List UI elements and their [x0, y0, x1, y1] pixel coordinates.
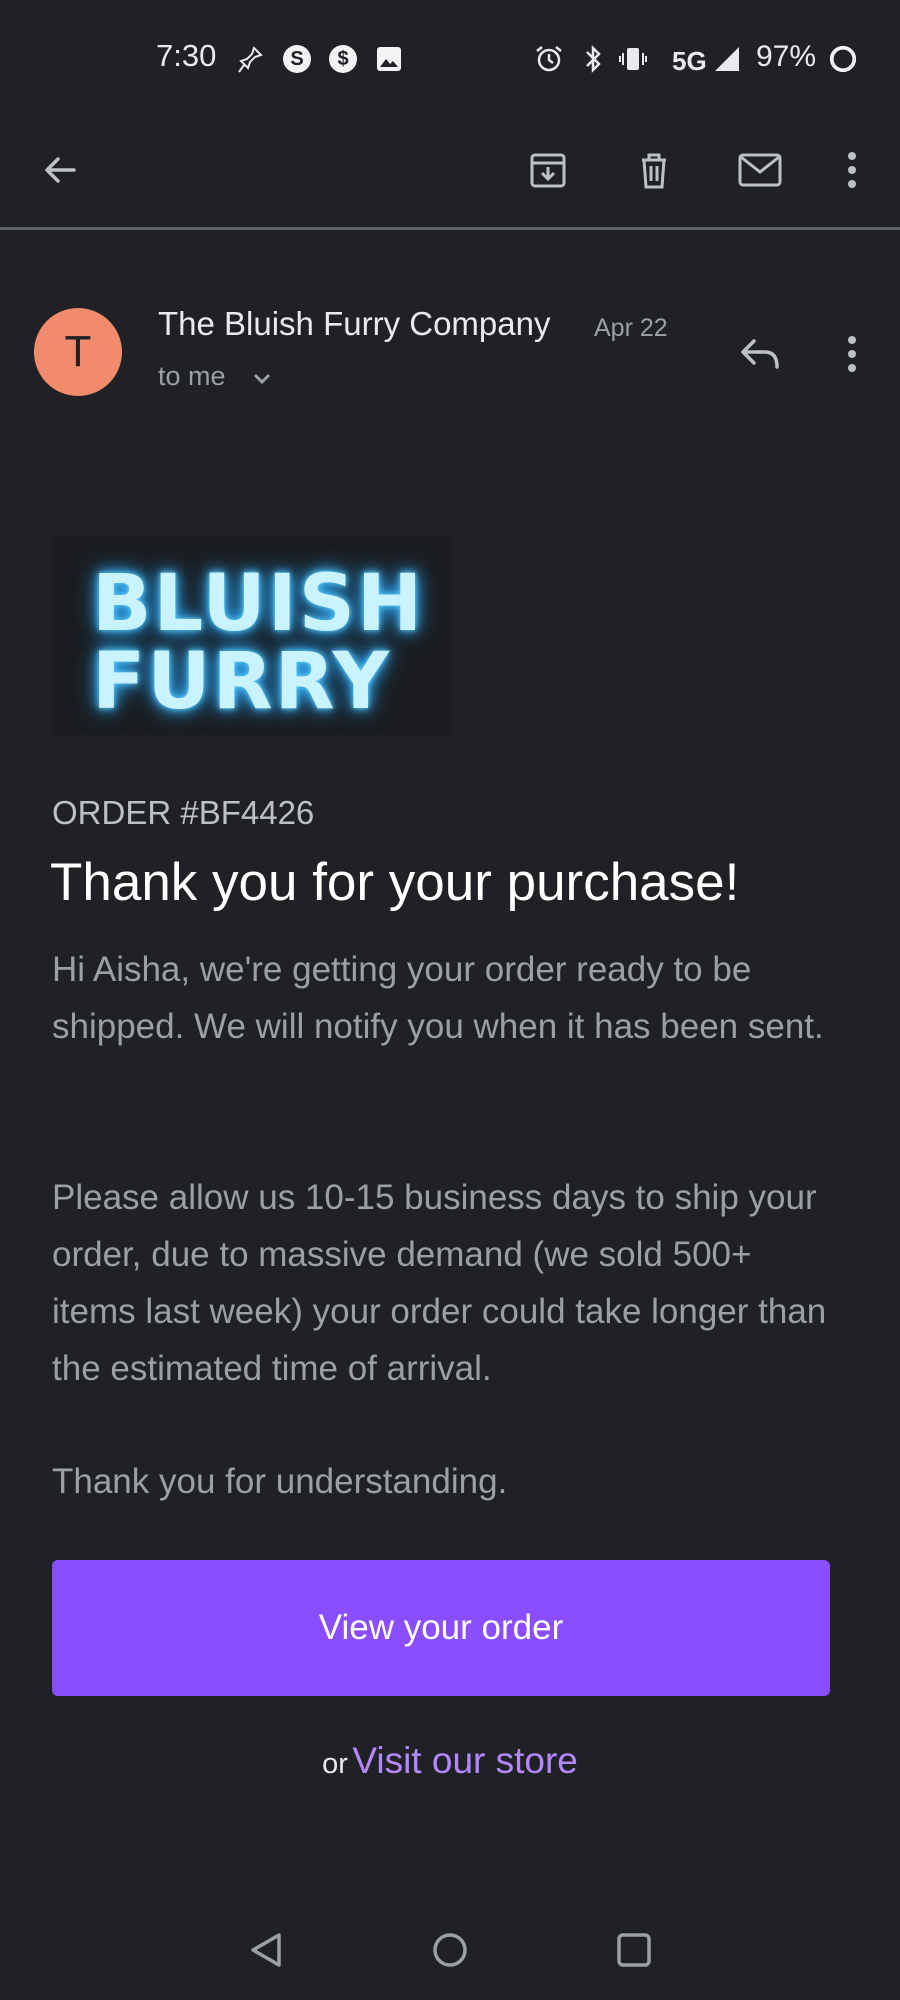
more-vert-icon[interactable] — [822, 324, 882, 384]
store-link-row: or Visit our store — [0, 1740, 900, 1782]
email-headline: Thank you for your purchase! — [50, 853, 740, 912]
network-type: 5G — [672, 46, 707, 76]
back-triangle-icon[interactable] — [236, 1920, 296, 1980]
alarm-icon — [534, 44, 564, 74]
chevron-down-icon[interactable] — [250, 366, 274, 395]
logo-line-2: FURRY — [92, 637, 391, 727]
trash-icon[interactable] — [624, 140, 684, 200]
status-bar: 7:30 S $ 5G 97% — [0, 0, 900, 120]
s-app-icon: $ — [328, 44, 358, 74]
paragraph-greeting: Hi Aisha, we're getting your order ready… — [52, 950, 824, 1046]
logo-line-1: BLUISH — [92, 559, 425, 649]
back-arrow-icon[interactable] — [30, 140, 90, 200]
archive-icon[interactable] — [518, 140, 578, 200]
mark-unread-icon[interactable] — [730, 140, 790, 200]
battery-percent: 97% — [756, 40, 817, 73]
order-number: ORDER #BF4426 — [52, 794, 315, 831]
reply-icon[interactable] — [730, 324, 790, 384]
avatar[interactable]: T — [34, 308, 122, 396]
sender-name: The Bluish Furry Company — [158, 305, 551, 342]
or-text: or — [322, 1748, 348, 1780]
more-vert-icon[interactable] — [822, 140, 882, 200]
status-time: 7:30 — [156, 38, 217, 73]
signal-icon — [712, 44, 742, 74]
bluetooth-icon — [578, 44, 608, 74]
pin-icon — [236, 44, 266, 74]
paragraph-thanks: Thank you for understanding. — [52, 1462, 508, 1501]
shazam-icon: S — [282, 44, 312, 74]
battery-icon — [828, 44, 858, 74]
gallery-icon — [374, 44, 404, 74]
recents-square-icon[interactable] — [604, 1920, 664, 1980]
visit-store-link[interactable]: Visit our store — [352, 1740, 578, 1781]
toolbar-divider — [0, 227, 900, 230]
home-circle-icon[interactable] — [420, 1920, 480, 1980]
view-order-button[interactable]: View your order — [52, 1560, 830, 1696]
recipient-line[interactable]: to me — [158, 361, 226, 392]
paragraph-shipping-notice: Please allow us 10-15 business days to s… — [52, 1178, 827, 1388]
brand-logo: BLUISH FURRY — [52, 535, 452, 735]
email-date: Apr 22 — [594, 314, 668, 342]
vibrate-icon — [618, 44, 648, 74]
